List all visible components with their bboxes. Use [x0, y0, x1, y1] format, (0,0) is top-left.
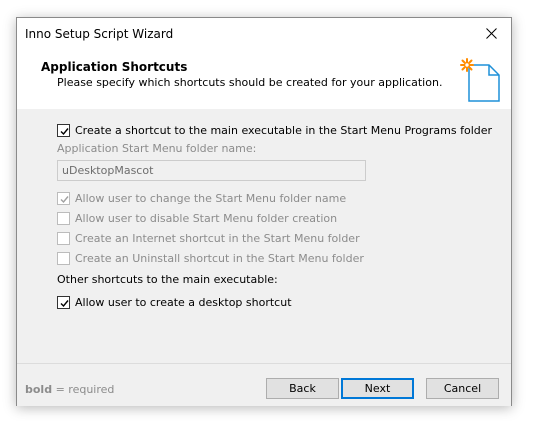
- desktop-shortcut-checkbox[interactable]: [57, 295, 70, 309]
- uninstall-shortcut-option[interactable]: Create an Uninstall shortcut in the Star…: [57, 250, 364, 266]
- start-menu-shortcut-option[interactable]: Create a shortcut to the main executable…: [57, 122, 492, 138]
- close-icon: [485, 28, 497, 39]
- internet-shortcut-label: Create an Internet shortcut in the Start…: [75, 231, 360, 245]
- folder-name-input[interactable]: [57, 160, 366, 181]
- allow-disable-folder-option[interactable]: Allow user to disable Start Menu folder …: [57, 210, 337, 226]
- required-legend-suffix: = required: [52, 383, 115, 396]
- page-subtitle: Please specify which shortcuts should be…: [57, 76, 443, 89]
- start-menu-shortcut-label: Create a shortcut to the main executable…: [75, 123, 493, 137]
- internet-shortcut-checkbox[interactable]: [57, 231, 70, 245]
- back-button[interactable]: Back: [266, 378, 339, 399]
- new-document-sparkle-icon: [460, 58, 500, 102]
- start-menu-shortcut-checkbox[interactable]: [57, 123, 70, 137]
- checkmark-icon: [60, 127, 69, 135]
- other-shortcuts-label: Other shortcuts to the main executable:: [57, 273, 278, 286]
- internet-shortcut-option[interactable]: Create an Internet shortcut in the Start…: [57, 230, 360, 246]
- title-bar: Inno Setup Script Wizard: [17, 18, 511, 49]
- page-title: Application Shortcuts: [41, 60, 188, 74]
- button-bar: bold = required Back Next Cancel: [17, 363, 511, 406]
- cancel-button[interactable]: Cancel: [426, 378, 499, 399]
- allow-disable-folder-label: Allow user to disable Start Menu folder …: [75, 211, 338, 225]
- allow-change-folder-label: Allow user to change the Start Menu fold…: [75, 191, 347, 205]
- checkmark-icon: [60, 299, 69, 307]
- desktop-shortcut-option[interactable]: Allow user to create a desktop shortcut: [57, 294, 292, 310]
- window-title: Inno Setup Script Wizard: [25, 27, 174, 41]
- uninstall-shortcut-checkbox[interactable]: [57, 251, 70, 265]
- allow-disable-folder-checkbox[interactable]: [57, 211, 70, 225]
- required-legend-bold: bold: [25, 383, 53, 396]
- uninstall-shortcut-label: Create an Uninstall shortcut in the Star…: [75, 251, 364, 265]
- next-button[interactable]: Next: [341, 378, 414, 399]
- desktop-shortcut-label: Allow user to create a desktop shortcut: [75, 295, 292, 309]
- allow-change-folder-option[interactable]: Allow user to change the Start Menu fold…: [57, 190, 346, 206]
- checkmark-icon: [60, 195, 69, 203]
- allow-change-folder-checkbox[interactable]: [57, 191, 70, 205]
- page-header: Application Shortcuts Please specify whi…: [17, 49, 511, 109]
- wizard-window: Inno Setup Script Wizard Application Sho…: [16, 17, 512, 406]
- required-legend: bold = required: [25, 383, 114, 396]
- folder-name-label: Application Start Menu folder name:: [57, 142, 257, 155]
- close-button[interactable]: [471, 18, 511, 49]
